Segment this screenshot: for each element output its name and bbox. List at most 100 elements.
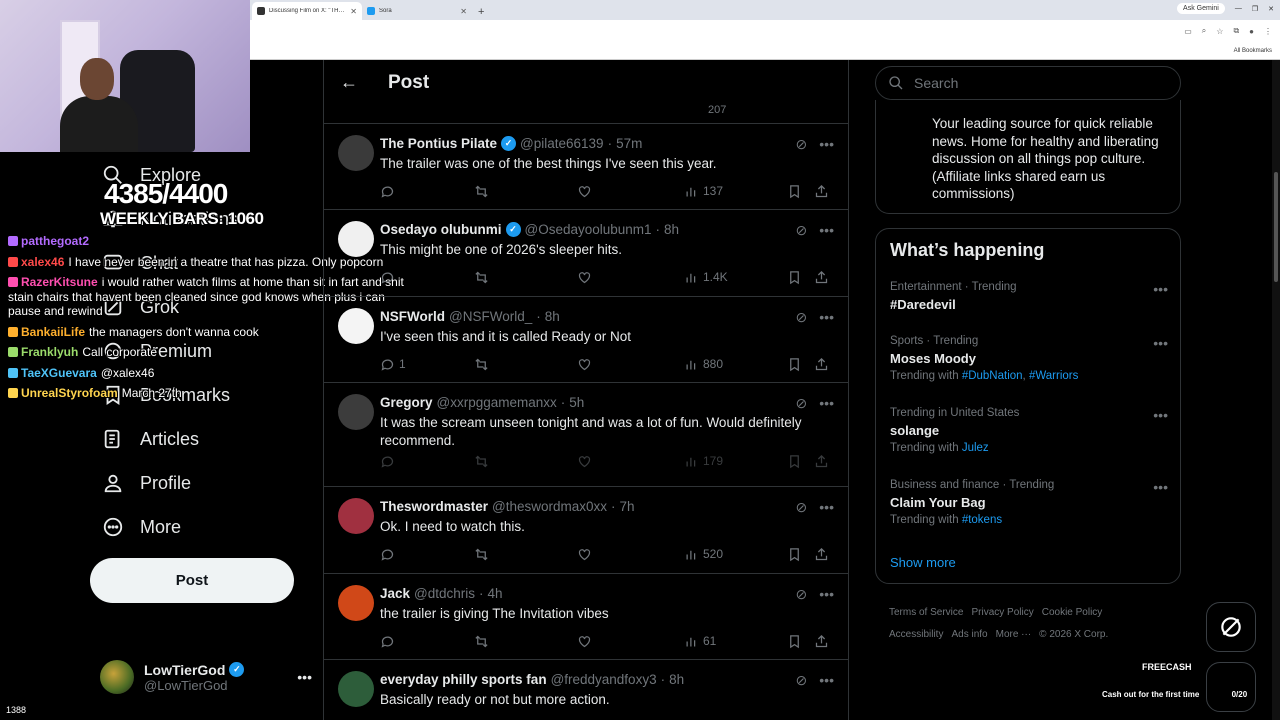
footer-link[interactable]: Cookie Policy [1042,607,1103,618]
nav-item-profile[interactable]: Profile [100,470,191,496]
reply-button[interactable] [380,634,395,649]
tweet-author-handle[interactable]: @freddyandfoxy3 [551,672,657,687]
trend-item[interactable]: Trending in United States solange Trending… [890,407,1168,454]
tweet-timestamp[interactable]: 4h [488,586,503,601]
tweet-author-name[interactable]: Jack [380,586,410,601]
more-dots-icon[interactable]: ••• [819,499,834,516]
trend-item[interactable]: Business and finance · Trending Claim You… [890,479,1168,526]
avatar[interactable] [338,221,374,257]
extensions-icon[interactable]: ⧉ [1233,26,1239,36]
browser-tab[interactable]: Sora ✕ [362,2,472,20]
tweet-author-handle[interactable]: @dtdchris [414,586,475,601]
share-button[interactable] [814,547,829,562]
more-dots-icon[interactable]: ••• [297,669,312,685]
tweet-timestamp[interactable]: 7h [620,499,635,514]
star-icon[interactable]: ☆ [1216,27,1223,36]
share-button[interactable] [814,357,829,372]
close-window-icon[interactable]: ✕ [1268,5,1274,13]
like-button[interactable] [577,547,592,562]
views-button[interactable]: 179 [684,454,723,469]
reply-button[interactable] [380,547,395,562]
like-button[interactable] [577,357,592,372]
tweet-author-handle[interactable]: @theswordmax0xx [492,499,607,514]
like-button[interactable] [577,454,592,469]
more-dots-icon[interactable]: ••• [819,672,834,689]
retweet-button[interactable] [474,454,489,469]
tweet[interactable]: The Pontius Pilate ✓ @pilate66139 · 57m ⊘ ••• T… [324,124,848,210]
tweet-author-name[interactable]: Osedayo olubunmi [380,222,502,237]
grok-icon[interactable]: ⊘ [796,309,808,326]
grok-icon[interactable]: ⊘ [796,499,808,516]
share-button[interactable] [814,454,829,469]
footer-link[interactable]: Privacy Policy [971,607,1033,618]
footer-link[interactable]: Terms of Service [889,607,963,618]
close-tab-icon[interactable]: ✕ [350,7,357,16]
avatar[interactable] [338,671,374,707]
footer-link[interactable]: More ··· [996,629,1032,640]
grok-icon[interactable]: ⊘ [796,136,808,153]
like-button[interactable] [577,270,592,285]
bookmark-button[interactable] [787,547,802,562]
tweet-author-name[interactable]: NSFWorld [380,309,445,324]
scrollbar[interactable] [1272,60,1280,720]
views-button[interactable]: 1.4K [684,270,728,285]
tweet-author-name[interactable]: everyday philly sports fan [380,672,547,687]
menu-icon[interactable]: ⋮ [1264,27,1272,36]
reply-button[interactable] [380,454,395,469]
tweet-timestamp[interactable]: 8h [669,672,684,687]
address-bar[interactable]: ▭ ⌕ ☆ ⧉ ● ⋮ [250,20,1280,42]
bookmark-button[interactable] [787,357,802,372]
grok-icon[interactable]: ⊘ [796,395,808,412]
tweet-author-name[interactable]: Gregory [380,395,433,410]
trend-item[interactable]: Entertainment · Trending #Daredevil ••• [890,281,1168,312]
trend-tag-link[interactable]: #Warriors [1029,370,1078,382]
avatar[interactable] [338,308,374,344]
back-arrow-icon[interactable]: ← [326,72,372,93]
like-button[interactable] [577,634,592,649]
tweet[interactable]: Theswordmaster @theswordmax0xx · 7h ⊘ ••• Ok. … [324,487,848,574]
more-dots-icon[interactable]: ••• [1153,335,1168,351]
more-dots-icon[interactable]: ••• [1153,407,1168,423]
retweet-button[interactable] [474,547,489,562]
more-dots-icon[interactable]: ••• [1153,479,1168,495]
grok-floating-button[interactable] [1206,602,1256,652]
ask-gemini-button[interactable]: Ask Gemini [1177,3,1225,14]
tweet[interactable]: Jack @dtdchris · 4h ⊘ ••• the trailer is givin… [324,574,848,660]
retweet-button[interactable] [474,357,489,372]
tweet-author-handle[interactable]: @Osedayoolubunm1 [525,222,652,237]
grok-icon[interactable]: ⊘ [796,586,808,603]
bookmark-button[interactable] [787,454,802,469]
trend-tag-link[interactable]: #tokens [962,514,1002,526]
tweet[interactable]: Osedayo olubunmi ✓ @Osedayoolubunm1 · 8h ⊘ •••… [324,210,848,297]
trend-item[interactable]: Sports · Trending Moses Moody Trending wit… [890,335,1168,382]
tweet-author-handle[interactable]: @pilate66139 [520,136,604,151]
tweet-author-handle[interactable]: @NSFWorld_ [449,309,532,324]
grok-icon[interactable]: ⊘ [796,222,808,239]
reply-button[interactable]: 1 [380,357,406,372]
reply-button[interactable] [380,270,395,285]
tweet[interactable]: Gregory @xxrpggamemanxx · 5h ⊘ ••• It was the … [324,383,848,487]
minimize-icon[interactable]: — [1235,5,1242,12]
show-more-link[interactable]: Show more [890,555,956,570]
share-button[interactable] [814,184,829,199]
tweet-author-name[interactable]: The Pontius Pilate [380,136,497,151]
footer-link[interactable]: © 2026 X Corp. [1039,629,1108,640]
nav-item-more[interactable]: More [100,514,181,540]
bookmark-button[interactable] [787,184,802,199]
new-tab-button[interactable]: + [472,6,490,20]
post-button[interactable]: Post [90,558,294,603]
avatar[interactable] [338,585,374,621]
more-dots-icon[interactable]: ••• [1153,281,1168,297]
more-dots-icon[interactable]: ••• [819,395,834,412]
tweet-timestamp[interactable]: 57m [616,136,642,151]
close-tab-icon[interactable]: ✕ [460,7,467,16]
avatar[interactable] [338,135,374,171]
more-dots-icon[interactable]: ••• [819,136,834,153]
views-button[interactable]: 520 [684,547,723,562]
tweet-timestamp[interactable]: 8h [664,222,679,237]
profile-icon[interactable]: ● [1249,27,1254,36]
avatar[interactable] [338,498,374,534]
tweet[interactable]: everyday philly sports fan @freddyandfoxy… [324,660,848,720]
nav-item-articles[interactable]: Articles [100,426,199,452]
tweet-timestamp[interactable]: 5h [569,395,584,410]
